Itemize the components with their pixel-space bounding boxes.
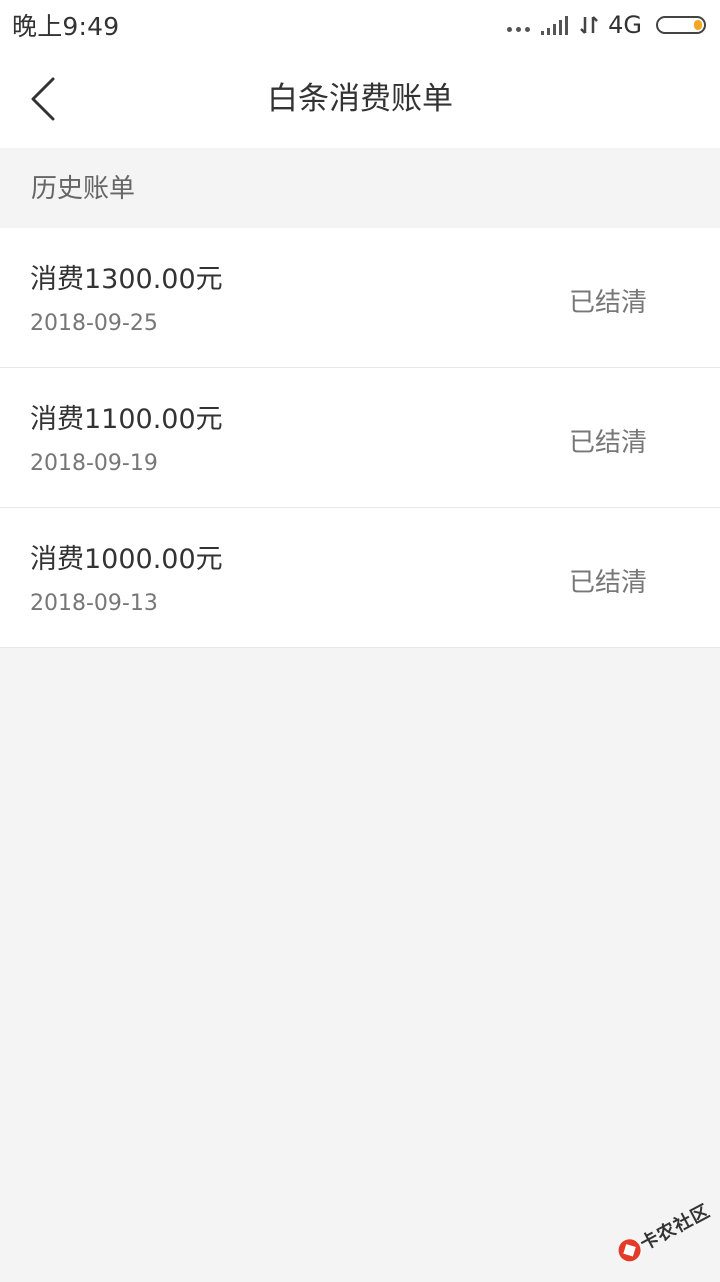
status-icons: 4G [507, 11, 706, 39]
status-bar: 晚上9:49 4G [0, 0, 720, 50]
bill-item[interactable]: 消费1300.00元 2018-09-25 已结清 [0, 228, 720, 368]
bill-list: 消费1300.00元 2018-09-25 已结清 消费1100.00元 201… [0, 228, 720, 648]
section-header: 历史账单 [0, 148, 720, 228]
bill-amount: 消费1000.00元 [30, 544, 223, 575]
bill-status: 已结清 [568, 568, 647, 598]
bill-date: 2018-09-13 [30, 591, 158, 616]
signal-strength-icon [541, 16, 569, 35]
status-time: 晚上9:49 [12, 12, 120, 41]
app-header: 白条消费账单 [0, 50, 720, 148]
watermark-text: 卡农社区 [636, 1200, 714, 1255]
page-title: 白条消费账单 [267, 81, 453, 117]
bill-item[interactable]: 消费1000.00元 2018-09-13 已结清 [0, 508, 720, 648]
network-type: 4G [608, 11, 642, 39]
bill-date: 2018-09-25 [30, 311, 158, 336]
bill-item[interactable]: 消费1100.00元 2018-09-19 已结清 [0, 368, 720, 508]
bill-amount: 消费1100.00元 [30, 404, 223, 435]
bill-status: 已结清 [568, 428, 647, 458]
watermark: 卡农社区 [606, 1182, 720, 1282]
bill-amount: 消费1300.00元 [30, 264, 223, 295]
more-notifications-icon [507, 19, 531, 32]
battery-level [694, 20, 702, 30]
data-transfer-icon [580, 16, 599, 34]
bill-status: 已结清 [568, 288, 647, 318]
battery-icon [656, 16, 706, 34]
bill-date: 2018-09-19 [30, 451, 158, 476]
